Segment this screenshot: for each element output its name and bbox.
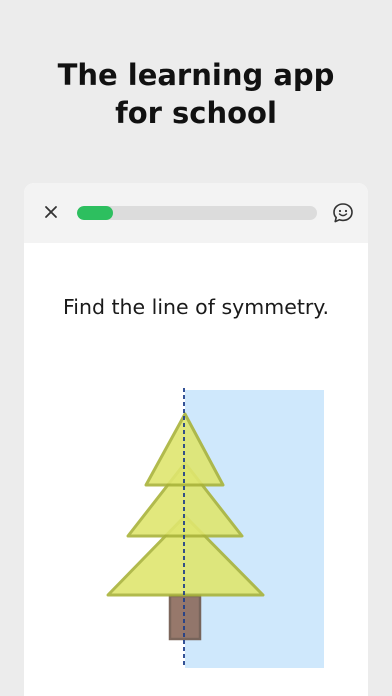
headline-line-2: for school [115,96,277,130]
headline-line-1: The learning app [57,58,335,92]
headline: The learning app for school [0,56,392,132]
screen: The learning app for school Find the lin… [0,0,392,696]
tree-trunk [168,594,202,641]
symmetry-figure [106,388,324,668]
exercise-card: Find the line of symmetry. [24,183,368,696]
